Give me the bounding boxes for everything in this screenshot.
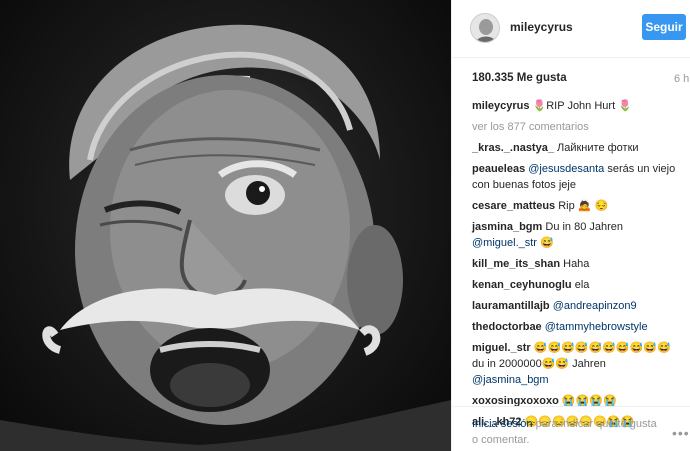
post-photo[interactable]	[0, 0, 451, 451]
comment-mention[interactable]: @jesusdesanta	[528, 163, 604, 175]
comment-username[interactable]: thedoctorbae	[472, 321, 542, 333]
avatar[interactable]	[470, 13, 500, 43]
view-all-comments-link[interactable]: ver los 877 comentarios	[472, 119, 685, 135]
comment-text: Du in 80 Jahren	[545, 221, 624, 233]
comment-item: miguel._str 😅😅😅😅😅😅😅😅😅😅 du in 2000000😅😅 J…	[472, 340, 685, 388]
like-count[interactable]: 180.335 Me gusta	[472, 72, 567, 84]
caption-username[interactable]: mileycyrus	[472, 100, 529, 112]
comment-text: Лайкните фотки	[557, 142, 639, 154]
post-header: mileycyrus Seguir	[452, 0, 690, 58]
comment-text-tail: 😅	[536, 237, 554, 249]
caption: mileycyrus 🌷RIP John Hurt 🌷	[472, 98, 685, 114]
comment-item: kenan_ceyhunoglu ela	[472, 277, 685, 293]
comment-mention[interactable]: @jasmina_bgm	[472, 374, 549, 386]
comment-username[interactable]: miguel._str	[472, 342, 531, 354]
header-username[interactable]: mileycyrus	[510, 20, 573, 34]
comment-item: kill_me_its_shan Haha	[472, 256, 685, 272]
comment-username[interactable]: _kras._.nastya_	[472, 142, 554, 154]
login-link[interactable]: Inicia sesión	[472, 418, 533, 430]
post-footer: Inicia sesión para indicar que te gusta …	[452, 406, 690, 451]
comment-username[interactable]: lauramantillajb	[472, 300, 550, 312]
comment-item: thedoctorbae @tammyhebrowstyle	[472, 319, 685, 335]
comment-username[interactable]: cesare_matteus	[472, 200, 555, 212]
comment-list: mileycyrus 🌷RIP John Hurt 🌷 ver los 877 …	[472, 98, 685, 435]
comment-username[interactable]: jasmina_bgm	[472, 221, 542, 233]
comment-item: cesare_matteus Rip 🙇 😔	[472, 198, 685, 214]
comment-item: peaueleas @jesusdesanta serás un viejo c…	[472, 161, 685, 193]
comment-item: _kras._.nastya_ Лайкните фотки	[472, 140, 685, 156]
comment-username[interactable]: kenan_ceyhunoglu	[472, 279, 572, 291]
login-prompt: Inicia sesión para indicar que te gusta …	[472, 416, 662, 448]
caption-text: 🌷RIP John Hurt 🌷	[532, 100, 632, 112]
comment-text: Rip 🙇 😔	[558, 200, 609, 212]
post-sidebar: mileycyrus Seguir 180.335 Me gusta 6 h m…	[451, 0, 690, 451]
comment-text: ela	[574, 279, 590, 291]
instagram-post-view: mileycyrus Seguir 180.335 Me gusta 6 h m…	[0, 0, 690, 451]
comment-mention[interactable]: @tammyhebrowstyle	[545, 321, 648, 333]
comment-username[interactable]: peaueleas	[472, 163, 525, 175]
comment-mention[interactable]: @andreapinzon9	[553, 300, 637, 312]
comment-mention[interactable]: @miguel._str	[472, 237, 537, 249]
comment-item: lauramantillajb @andreapinzon9	[472, 298, 685, 314]
comment-item: jasmina_bgm Du in 80 Jahren @miguel._str…	[472, 219, 685, 251]
portrait-illustration	[0, 24, 451, 451]
post-time[interactable]: 6 h	[674, 73, 689, 85]
follow-button[interactable]: Seguir	[642, 14, 686, 40]
ellipsis-icon[interactable]: •••	[672, 425, 690, 441]
comment-username[interactable]: kill_me_its_shan	[472, 258, 560, 270]
avatar-image	[471, 14, 499, 42]
comment-text: Haha	[563, 258, 590, 270]
